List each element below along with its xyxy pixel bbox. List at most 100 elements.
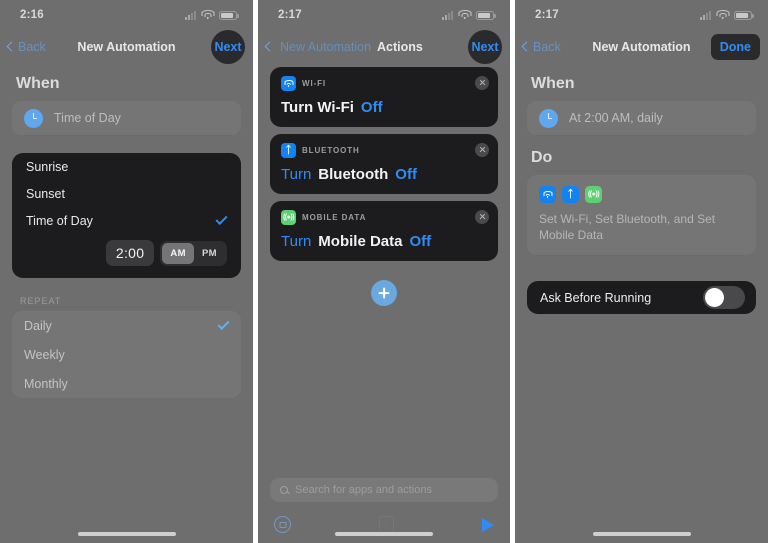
meridiem-option-am[interactable]: AM [162,242,194,264]
action-value-segment[interactable]: Off [409,233,431,250]
home-indicator [77,532,176,536]
phone-screen-new-automation-when: 2:16 Back New Automation Next When Time … [0,0,253,543]
three-phone-screenshot-strip: 2:16 Back New Automation Next When Time … [0,0,768,543]
repeat-option-weekly[interactable]: Weekly [12,340,241,369]
done-button[interactable]: Done [710,33,760,60]
trigger-summary-label: At 2:00 AM, daily [569,111,663,125]
status-clock: 2:16 [20,9,44,21]
back-button[interactable]: Back [6,39,46,54]
add-action-button[interactable] [371,280,397,306]
nav-right-slot: Next [468,29,502,64]
chevron-left-icon[interactable] [264,41,275,52]
status-icon-group [185,10,239,20]
trigger-row-label: Time of Day [54,111,121,125]
back-button-label[interactable]: New Automation [280,40,371,54]
dropdown-option-label: Sunset [26,186,65,201]
action-text-segment: Mobile Data [318,233,403,250]
repeat-option-daily[interactable]: Daily [12,311,241,340]
repeat-option-label: Weekly [24,347,65,362]
nav-right-slot: Done [710,33,760,60]
search-input[interactable]: Search for apps and actions [270,478,498,502]
next-button[interactable]: Next [211,29,245,64]
wifi-app-icon [539,186,556,203]
action-value-segment[interactable]: Off [395,166,417,183]
remove-action-icon[interactable] [475,143,489,157]
time-picker-row: 2:00 AM PM [12,234,241,278]
battery-icon [476,10,496,20]
action-toolbar: □ [270,516,498,533]
trigger-summary-row[interactable]: At 2:00 AM, daily [527,101,756,135]
repeat-option-monthly[interactable]: Monthly [12,369,241,398]
ask-before-running-toggle[interactable] [703,286,745,310]
navigation-bar: Back New Automation Done [515,30,768,63]
dropdown-option-time-of-day[interactable]: Time of Day [12,207,241,234]
next-button[interactable]: Next [468,29,502,64]
meridiem-segmented-control: AM PM [160,240,227,266]
panel3-content: When At 2:00 AM, daily Do ᛏ ((●)) Set Wi… [515,75,768,315]
shortcuts-icon[interactable] [274,516,291,533]
action-card-kicker: MOBILE DATA [302,213,367,222]
ask-before-running-row[interactable]: Ask Before Running [527,281,756,315]
action-card-wifi[interactable]: WI-FI Turn Wi-Fi Off [270,67,498,127]
action-card-header: WI-FI [281,76,487,91]
phone-screen-automation-summary: 2:17 Back New Automation Done When At 2:… [515,0,768,543]
notes-icon[interactable]: □ [379,516,394,533]
actions-summary-card[interactable]: ᛏ ((●)) Set Wi-Fi, Set Bluetooth, and Se… [527,175,756,256]
actions-summary-description: Set Wi-Fi, Set Bluetooth, and Set Mobile… [539,212,716,243]
cellular-icon [185,10,196,20]
mobile-data-app-icon: ((●)) [585,186,602,203]
action-text-segment: Bluetooth [318,166,389,183]
trigger-options-dropdown: Sunrise Sunset Time of Day 2:00 AM PM [12,153,241,278]
home-indicator [335,532,433,536]
dropdown-option-sunset[interactable]: Sunset [12,180,241,207]
dropdown-option-label: Time of Day [26,213,93,228]
actions-list: WI-FI Turn Wi-Fi Off ᛏ BLUETOOTH Turn Bl… [258,67,510,306]
wifi-icon [458,10,471,20]
action-card-kicker: BLUETOOTH [302,146,360,155]
back-button-label: Back [533,39,561,54]
dropdown-option-sunrise[interactable]: Sunrise [12,153,241,180]
wifi-icon [716,10,729,20]
phone-screen-actions: 2:17 New Automation Actions Next WI-FI T… [258,0,510,543]
checkmark-icon [215,212,228,226]
status-icon-group [442,10,496,20]
action-value-segment[interactable]: Off [361,99,383,116]
wifi-app-icon [281,76,296,91]
dropdown-option-label: Sunrise [26,159,69,174]
action-card-body: Turn Mobile Data Off [281,233,487,250]
page-title: Actions [377,39,423,54]
status-clock: 2:17 [278,9,302,21]
back-button[interactable]: Back [521,39,561,54]
status-clock: 2:17 [535,9,559,21]
clock-icon [539,108,558,128]
battery-icon [219,10,239,20]
action-text-segment: Turn Wi-Fi [281,99,354,116]
bluetooth-app-icon: ᛏ [562,186,579,203]
clock-icon [24,108,43,128]
chevron-left-icon [6,41,17,52]
meridiem-option-pm[interactable]: PM [194,243,225,264]
when-section-heading: When [16,75,60,92]
ask-before-running-label: Ask Before Running [540,290,652,305]
play-icon[interactable] [482,517,494,532]
action-verb-segment[interactable]: Turn [281,233,311,250]
toggle-knob [705,288,724,308]
back-button-label: Back [18,39,46,54]
status-bar: 2:17 [258,0,510,30]
action-card-mobile-data[interactable]: ((●)) MOBILE DATA Turn Mobile Data Off [270,201,498,261]
action-card-bluetooth[interactable]: ᛏ BLUETOOTH Turn Bluetooth Off [270,134,498,194]
action-card-header: ((●)) MOBILE DATA [281,210,487,225]
cellular-icon [442,10,453,20]
repeat-options-list: Daily Weekly Monthly [12,311,241,398]
remove-action-icon[interactable] [475,210,489,224]
time-input[interactable]: 2:00 [105,240,155,266]
trigger-row-time-of-day[interactable]: Time of Day [12,101,241,135]
bluetooth-app-icon: ᛏ [281,143,296,158]
remove-action-icon[interactable] [475,76,489,90]
navigation-bar: New Automation Actions Next [258,29,510,64]
action-verb-segment[interactable]: Turn [281,166,311,183]
action-card-kicker: WI-FI [302,79,327,88]
repeat-section-heading: REPEAT [20,296,62,306]
status-bar: 2:17 [515,0,768,30]
action-card-body: Turn Bluetooth Off [281,166,487,183]
